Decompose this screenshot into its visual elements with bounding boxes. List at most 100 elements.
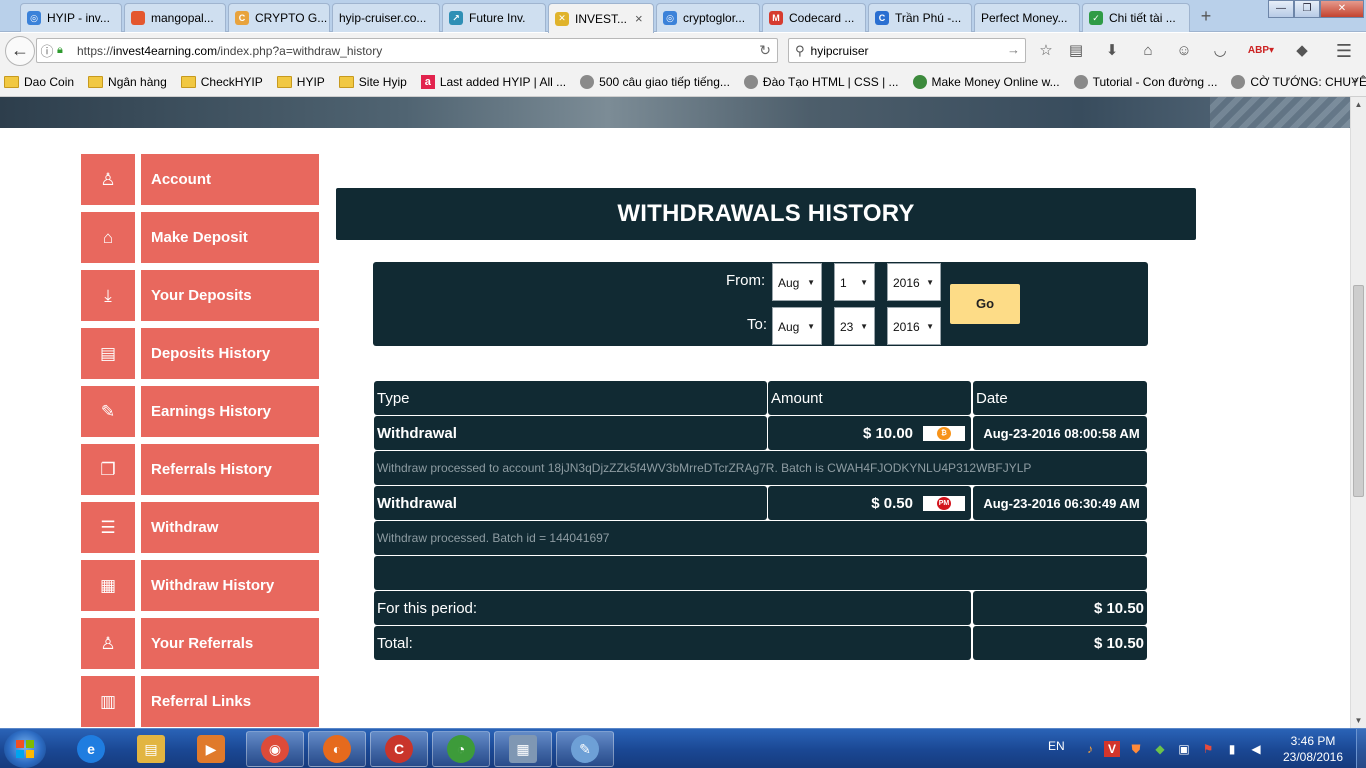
- bookmark-link[interactable]: Tutorial - Con đường ...: [1073, 75, 1218, 89]
- bookmark-star-icon[interactable]: ☆: [1036, 42, 1056, 60]
- bookmark-link[interactable]: CỜ TƯỚNG: CHUYÊN ...: [1231, 75, 1366, 89]
- taskbar-coccoc[interactable]: ◔: [432, 731, 490, 767]
- tab-invest4earning[interactable]: ✕ INVEST... ×: [548, 3, 654, 33]
- signal-icon[interactable]: ▮: [1224, 741, 1240, 757]
- minimize-button[interactable]: —: [1268, 0, 1294, 18]
- taskbar-ccleaner[interactable]: C: [370, 731, 428, 767]
- tab-label: mangopal...: [151, 11, 214, 25]
- sidebar-item-withdraw[interactable]: ☰ Withdraw: [81, 502, 319, 553]
- search-go-icon[interactable]: →: [1007, 42, 1020, 57]
- sidebar-item-your-referrals[interactable]: ♙ Your Referrals: [81, 618, 319, 669]
- address-bar[interactable]: ⓘ 🔒︎ https://invest4earning.com/index.ph…: [36, 38, 778, 63]
- taskbar-firefox[interactable]: ◐: [308, 731, 366, 767]
- pocket-icon[interactable]: ◡: [1210, 42, 1230, 60]
- bookmark-link[interactable]: Đào Tạo HTML | CSS | ...: [743, 75, 899, 89]
- reload-icon[interactable]: ↻: [759, 42, 771, 59]
- sidebar-item-withdraw-history[interactable]: ▦ Withdraw History: [81, 560, 319, 611]
- taskbar-calculator[interactable]: ▦: [494, 731, 552, 767]
- to-year-select[interactable]: 2016 ▼: [887, 307, 941, 345]
- tab-label: cryptoglor...: [683, 11, 746, 25]
- from-day-select[interactable]: 1 ▼: [834, 263, 875, 301]
- perfect-money-mark: PM: [937, 496, 951, 510]
- dropdown-arrow-icon: ▼: [807, 278, 815, 287]
- close-tab-icon[interactable]: ×: [635, 11, 643, 26]
- bookmark-folder[interactable]: Site Hyip: [338, 75, 407, 89]
- sidebar-item-referral-links[interactable]: ▥ Referral Links: [81, 676, 319, 727]
- home-icon[interactable]: ⌂: [1138, 42, 1158, 60]
- file-explorer-icon: ▤: [137, 735, 165, 763]
- windows-taskbar: e ▤ ▶ ◉ ◐ C ◔ ▦ ✎ EN ♪ V ⛊ ◆ ▣ ⚑ ▮ ◀ 3:4…: [0, 728, 1366, 768]
- network-app-icon[interactable]: ◆: [1152, 741, 1168, 757]
- adblock-icon[interactable]: ABP▾: [1246, 42, 1276, 60]
- bookmark-link[interactable]: Make Money Online w...: [912, 75, 1060, 89]
- bookmark-folder[interactable]: CheckHYIP: [180, 75, 263, 89]
- bookmark-label: Tutorial - Con đường ...: [1092, 75, 1218, 89]
- sidebar-item-label: Referrals History: [141, 444, 319, 495]
- tab-crypto[interactable]: C CRYPTO G...: [228, 3, 330, 32]
- folder-icon: [276, 76, 292, 88]
- page-scrollbar[interactable]: ▲ ▼: [1350, 97, 1366, 728]
- antivirus-icon[interactable]: ⚑: [1200, 741, 1216, 757]
- search-value: hyipcruiser: [810, 43, 869, 58]
- reading-list-icon[interactable]: ▤: [1066, 42, 1086, 60]
- menu-icon[interactable]: ☰: [1334, 42, 1354, 60]
- site-info-icon[interactable]: ⓘ: [37, 41, 57, 60]
- monitor-icon[interactable]: ▣: [1176, 741, 1192, 757]
- search-input[interactable]: ⚲ hyipcruiser →: [788, 38, 1026, 63]
- document-icon: ▤: [81, 328, 135, 379]
- tab-codecard[interactable]: M Codecard ...: [762, 3, 866, 32]
- tab-perfect-money[interactable]: Perfect Money...: [974, 3, 1080, 32]
- user-icon: ♙: [81, 154, 135, 205]
- bookmark-folder[interactable]: Ngân hàng: [88, 75, 167, 89]
- chat-icon[interactable]: ☺: [1174, 42, 1194, 60]
- tab-chi-tiet[interactable]: ✓ Chi tiết tài ...: [1082, 3, 1190, 32]
- tab-hyip-cruiser[interactable]: hyip-cruiser.co...: [332, 3, 440, 32]
- volume-icon[interactable]: ◀: [1248, 741, 1264, 757]
- clock-time: 3:46 PM: [1290, 734, 1336, 748]
- bookmark-folder[interactable]: HYIP: [276, 75, 325, 89]
- sidebar-item-account[interactable]: ♙ Account: [81, 154, 319, 205]
- sidebar-item-deposits-history[interactable]: ▤ Deposits History: [81, 328, 319, 379]
- taskbar-internet-explorer[interactable]: e: [62, 731, 120, 767]
- shield-tray-icon[interactable]: ⛊: [1128, 741, 1144, 757]
- to-month-select[interactable]: Aug ▼: [772, 307, 822, 345]
- back-button[interactable]: ←: [5, 36, 35, 66]
- scrollbar-thumb[interactable]: [1353, 285, 1364, 497]
- tab-future-inv[interactable]: ↗ Future Inv.: [442, 3, 546, 32]
- sidebar-item-make-deposit[interactable]: ⌂ Make Deposit: [81, 212, 319, 263]
- bookmark-link[interactable]: 500 câu giao tiếp tiếng...: [580, 75, 730, 89]
- internet-explorer-icon: e: [77, 735, 105, 763]
- tab-hyip[interactable]: ◎ HYIP - inv...: [20, 3, 122, 32]
- tab-tran-phu[interactable]: C Trần Phú -...: [868, 3, 972, 32]
- to-day-select[interactable]: 23 ▼: [834, 307, 875, 345]
- scroll-down-icon[interactable]: ▼: [1351, 713, 1366, 728]
- downloads-icon[interactable]: ⬇: [1102, 42, 1122, 60]
- vivaldi-icon[interactable]: V: [1104, 741, 1120, 757]
- start-button[interactable]: [4, 730, 46, 768]
- taskbar-chrome[interactable]: ◉: [246, 731, 304, 767]
- maximize-button[interactable]: ❐: [1294, 0, 1320, 18]
- tab-cryptoglory[interactable]: ◎ cryptoglor...: [656, 3, 760, 32]
- system-clock[interactable]: 3:46 PM 23/08/2016: [1282, 733, 1344, 765]
- scroll-up-icon[interactable]: ▲: [1351, 97, 1366, 112]
- sidebar-item-your-deposits[interactable]: ⤓ Your Deposits: [81, 270, 319, 321]
- sidebar-item-earnings-history[interactable]: ✎ Earnings History: [81, 386, 319, 437]
- taskbar-paint[interactable]: ✎: [556, 731, 614, 767]
- language-indicator[interactable]: EN: [1048, 739, 1065, 768]
- taskbar-media-player[interactable]: ▶: [182, 731, 240, 767]
- new-tab-button[interactable]: +: [1196, 6, 1216, 26]
- from-year-select[interactable]: 2016 ▼: [887, 263, 941, 301]
- show-desktop-button[interactable]: [1356, 729, 1366, 768]
- sidebar-item-referrals-history[interactable]: ❐ Referrals History: [81, 444, 319, 495]
- bookmark-folder[interactable]: Dao Coin: [4, 75, 74, 89]
- period-label: For this period:: [374, 591, 971, 625]
- speaker-app-icon[interactable]: ♪: [1082, 741, 1098, 757]
- taskbar-file-explorer[interactable]: ▤: [122, 731, 180, 767]
- extension-icon[interactable]: ◆: [1292, 42, 1312, 60]
- go-button[interactable]: Go: [950, 284, 1020, 324]
- from-month-select[interactable]: Aug ▼: [772, 263, 822, 301]
- bookmark-link[interactable]: a Last added HYIP | All ...: [420, 75, 566, 89]
- bookmarks-overflow-button[interactable]: »: [1351, 73, 1358, 87]
- tab-mangopal[interactable]: mangopal...: [124, 3, 226, 32]
- close-window-button[interactable]: ✕: [1320, 0, 1364, 18]
